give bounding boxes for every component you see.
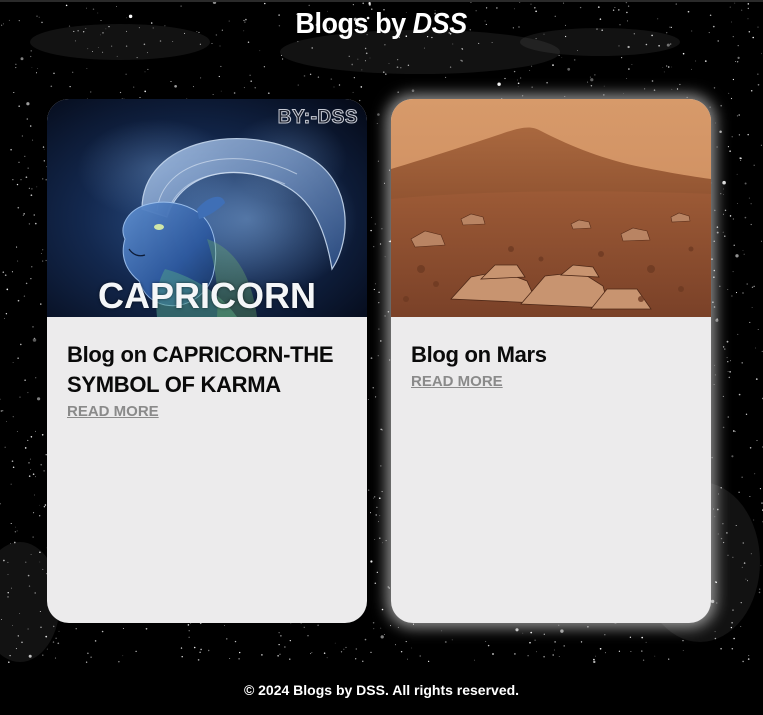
card-body: Blog on CAPRICORN-THE SYMBOL OF KARMA RE… [47,317,367,421]
read-more-link[interactable]: READ MORE [411,373,503,390]
card-body: Blog on Mars READ MORE [391,317,711,391]
blog-card-mars[interactable]: Blog on Mars READ MORE [391,99,711,623]
blog-card-capricorn[interactable]: BY:-DSS CAPRICORN Blog on CAPRICORN-THE … [47,99,367,623]
post-title: Blog on CAPRICORN-THE SYMBOL OF KARMA [67,342,334,397]
site-footer: © 2024 Blogs by DSS. All rights reserved… [0,663,763,715]
read-more-link[interactable]: READ MORE [67,403,159,420]
site-header: Blogs by DSS [0,2,763,46]
site-title: Blogs by DSS [295,7,468,41]
footer-copyright: © 2024 Blogs by DSS. All rights reserved… [243,682,520,698]
post-title: Blog on Mars [411,342,547,367]
mars-landscape-illustration [391,99,711,317]
capricorn-image: BY:-DSS CAPRICORN [47,99,367,317]
mars-image [391,99,711,317]
site-title-brand: DSS [413,7,468,40]
site-title-prefix: Blogs by [295,7,407,40]
image-watermark: BY:-DSS [277,107,358,129]
image-overlay-word: CAPRICORN [97,275,316,316]
